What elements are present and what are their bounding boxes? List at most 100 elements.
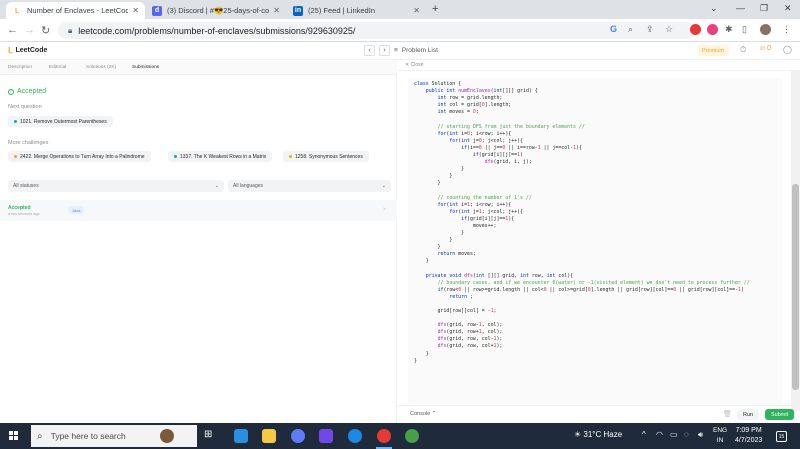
- code-line: dfs(grid, row, col+1);: [437, 343, 503, 350]
- tab-submissions[interactable]: Submissions: [132, 65, 159, 70]
- right-panel: ✕ Close class Solution { public int numE…: [398, 60, 800, 423]
- leetcode-header: ᒪ LeetCode ‹ › ≡ Problem List Premium ⏱ …: [0, 42, 800, 60]
- leetcode-logo[interactable]: ᒪ LeetCode: [8, 46, 47, 55]
- extension-icon[interactable]: [690, 24, 701, 35]
- code-line: }: [414, 357, 417, 364]
- code-line: private void dfs(int [][] grid, int row,…: [425, 272, 574, 279]
- tab-editorial[interactable]: Editorial: [49, 65, 66, 70]
- code-line: dfs(grid, i, j);: [484, 159, 532, 166]
- new-tab-button[interactable]: +: [432, 3, 438, 15]
- code-line: dfs(grid, row, col-1);: [437, 336, 503, 343]
- extension-icon[interactable]: [707, 24, 718, 35]
- close-icon[interactable]: ✕: [273, 6, 280, 15]
- task-view-icon[interactable]: ⊞: [204, 429, 218, 443]
- code-line: moves++;: [414, 222, 497, 229]
- scrollbar-thumb[interactable]: [792, 184, 799, 390]
- reload-icon[interactable]: ↻: [41, 24, 50, 37]
- submission-time: a few seconds ago: [8, 212, 40, 216]
- close-icon[interactable]: ✕: [132, 6, 139, 15]
- run-button[interactable]: Run: [737, 409, 760, 420]
- show-hidden-icons[interactable]: ^: [642, 430, 646, 439]
- close-label: Close: [410, 62, 424, 68]
- browser-tab-linkedin[interactable]: in (25) Feed | LinkedIn ✕: [287, 2, 426, 19]
- trash-icon[interactable]: 🗑︎: [723, 410, 732, 418]
- back-icon[interactable]: ←: [7, 24, 18, 36]
- next-question-chip[interactable]: 1021. Remove Outermost Parentheses: [8, 116, 113, 127]
- timer-icon[interactable]: ⏱: [740, 45, 746, 55]
- submission-row[interactable]: Accepted a few seconds ago Java ›: [0, 200, 397, 221]
- share-icon[interactable]: ⇪: [646, 24, 654, 35]
- code-line: public int numEnclaves(int[][] grid) {: [425, 88, 538, 95]
- forward-icon[interactable]: →: [24, 24, 35, 36]
- next-question-label: Next question: [8, 104, 42, 110]
- code-line: int moves = 0;: [437, 109, 479, 116]
- whatsapp-icon[interactable]: [405, 429, 419, 443]
- clock-date: 4/7/2023: [735, 437, 763, 444]
- weather-widget[interactable]: ☀ 31°C Haze: [574, 430, 622, 439]
- challenge-chip[interactable]: 1258. Synonymous Sentences: [283, 151, 369, 162]
- tab-solutions[interactable]: Solutions (2K): [86, 65, 116, 70]
- browser-tab-discord[interactable]: d (3) Discord | #😎25-days-of-cod ✕: [146, 2, 286, 19]
- volume-icon[interactable]: 🔊︎: [698, 430, 703, 440]
- left-panel: Description Editorial Solutions (2K) Sub…: [0, 60, 397, 423]
- search-placeholder: Type here to search: [50, 431, 126, 441]
- tab-search-icon[interactable]: ⌄: [710, 3, 718, 14]
- bookmark-star-icon[interactable]: ☆: [665, 24, 673, 35]
- language-badge: Java: [68, 206, 85, 214]
- premium-button[interactable]: Premium: [697, 45, 730, 56]
- next-problem-icon[interactable]: ›: [379, 45, 390, 56]
- mail-icon[interactable]: [234, 429, 248, 443]
- code-view-header: ✕ Close: [398, 60, 800, 71]
- prev-problem-icon[interactable]: ‹: [364, 45, 375, 56]
- profile-avatar[interactable]: [760, 24, 771, 35]
- difficulty-dot: [289, 155, 292, 158]
- file-explorer-icon[interactable]: [262, 429, 276, 443]
- window-close-icon[interactable]: ✕: [784, 3, 792, 14]
- edge-icon[interactable]: [348, 429, 362, 443]
- windows-start-icon[interactable]: [9, 431, 19, 441]
- restore-icon[interactable]: ❐: [760, 3, 768, 14]
- minimize-icon[interactable]: —: [736, 3, 745, 13]
- submit-button[interactable]: Submit: [765, 409, 795, 420]
- code-line: }: [414, 237, 453, 244]
- streak-counter[interactable]: 🔥︎ 0: [760, 45, 771, 53]
- code-view[interactable]: class Solution { public int numEnclaves(…: [408, 78, 782, 404]
- challenge-chip[interactable]: 1337. The K Weakest Rows in a Matrix: [168, 151, 273, 162]
- code-line: for(int j=0; j<col; j++){: [449, 137, 524, 144]
- code-line: int row = grid.length;: [437, 95, 503, 102]
- linkedin-icon: in: [293, 5, 303, 16]
- user-avatar[interactable]: ◯: [783, 45, 792, 54]
- battery-icon[interactable]: ▭: [670, 430, 678, 439]
- side-panel-icon[interactable]: ▯: [742, 24, 747, 35]
- difficulty-dot: [14, 155, 17, 158]
- app-icon[interactable]: [291, 429, 305, 443]
- language-filter[interactable]: All languages ⌄: [228, 180, 391, 192]
- url-field[interactable]: 🔒︎ leetcode.com/problems/number-of-encla…: [58, 22, 695, 39]
- network-icon[interactable]: ◌: [684, 430, 689, 439]
- google-icon[interactable]: G: [610, 24, 617, 34]
- challenge-chip[interactable]: 2422. Merge Operations to Turn Array Int…: [8, 151, 151, 162]
- close-icon[interactable]: ✕: [413, 6, 420, 15]
- browser-tab-leetcode[interactable]: ᒪ Number of Enclaves - LeetCode ✕: [6, 2, 145, 19]
- windows-taskbar: ⌕ Type here to search ⊞ ☀ 31°C Haze ^ ◠ …: [0, 423, 800, 449]
- code-line: ​: [414, 315, 776, 322]
- wifi-icon[interactable]: ◠: [656, 430, 663, 439]
- system-clock[interactable]: 7:09 PM 4/7/2023: [735, 426, 762, 446]
- problem-list-nav: ‹ › ≡ Problem List: [364, 45, 438, 56]
- menu-kebab-icon[interactable]: ⋮: [782, 24, 791, 35]
- notification-center-icon[interactable]: 15: [776, 431, 787, 442]
- code-line: grid[row][col] = -1;: [414, 308, 497, 314]
- weather-text: 31°C Haze: [583, 430, 623, 439]
- chip-label: 1337. The K Weakest Rows in a Matrix: [180, 153, 267, 160]
- zoom-icon[interactable]: ⌕: [628, 24, 633, 35]
- status-filter[interactable]: All statuses ⌄: [8, 180, 224, 192]
- problem-list-button[interactable]: Problem List: [402, 47, 438, 54]
- chrome-icon[interactable]: [377, 429, 391, 443]
- app-icon[interactable]: [319, 429, 333, 443]
- console-toggle[interactable]: Console ⌃: [410, 411, 436, 417]
- cortana-badge-icon[interactable]: [160, 429, 174, 443]
- language-indicator[interactable]: ENG IN: [713, 426, 727, 446]
- extensions-puzzle-icon[interactable]: ✱: [725, 24, 733, 35]
- close-code-button[interactable]: ✕ Close: [405, 62, 423, 68]
- tab-description[interactable]: Description: [8, 65, 32, 70]
